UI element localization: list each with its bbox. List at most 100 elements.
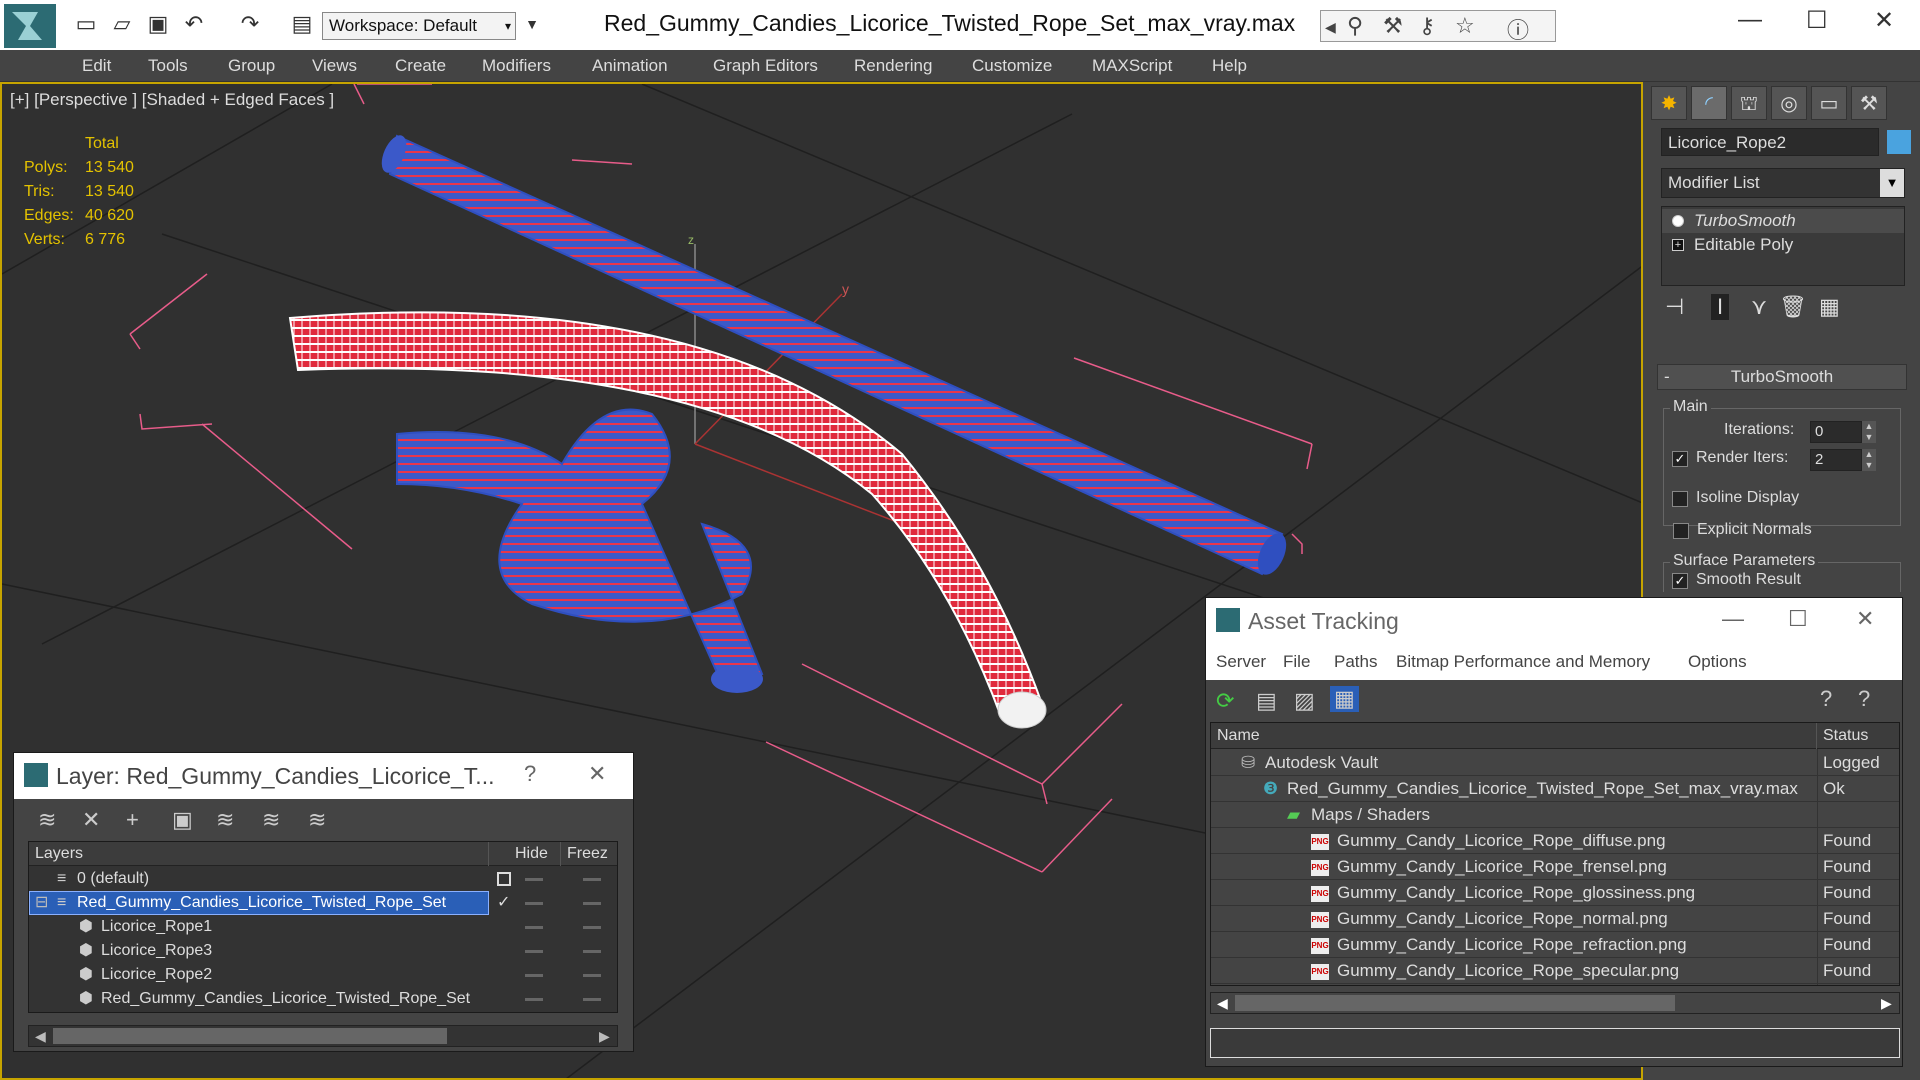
stack-item-turbosmooth[interactable]: TurboSmooth <box>1662 209 1904 233</box>
configure-sets-icon[interactable]: ▦ <box>1819 294 1840 320</box>
hide-toggle[interactable] <box>525 926 543 929</box>
asset-path-field[interactable] <box>1210 1028 1900 1058</box>
menu-edit[interactable]: Edit <box>82 56 111 76</box>
hide-toggle[interactable] <box>525 902 543 905</box>
list-view-icon[interactable]: ▤ <box>1256 688 1277 714</box>
freeze-toggle[interactable] <box>583 998 601 1001</box>
asset-row[interactable]: PNG Gummy_Candy_Licorice_Rope_refraction… <box>1211 932 1899 958</box>
scroll-thumb[interactable] <box>1235 995 1675 1011</box>
menu-server[interactable]: Server <box>1216 652 1266 672</box>
menu-file[interactable]: File <box>1283 652 1310 672</box>
viewport-label[interactable]: [+] [Perspective ] [Shaded + Edged Faces… <box>10 90 334 110</box>
asset-row[interactable]: ❸ Red_Gummy_Candies_Licorice_Twisted_Rop… <box>1211 776 1899 802</box>
freeze-toggle[interactable] <box>583 926 601 929</box>
make-unique-icon[interactable]: ⋎ <box>1751 294 1767 320</box>
menu-bitmap-performance[interactable]: Bitmap Performance and Memory <box>1396 652 1650 672</box>
stack-item-editable-poly[interactable]: + Editable Poly <box>1662 233 1904 257</box>
add-to-layer-icon[interactable]: + <box>126 807 139 833</box>
freeze-toggle[interactable] <box>583 950 601 953</box>
menu-views[interactable]: Views <box>312 56 357 76</box>
checkmark-icon[interactable]: ✓ <box>497 891 510 915</box>
asset-row[interactable]: PNG Gummy_Candy_Licorice_Rope_frensel.pn… <box>1211 854 1899 880</box>
col-layers[interactable]: Layers <box>29 842 489 866</box>
scroll-left-icon[interactable]: ◀ <box>1217 993 1228 1013</box>
freeze-toggle[interactable] <box>583 878 601 881</box>
layer-row[interactable]: ⬢ Licorice_Rope1 <box>29 915 617 939</box>
scroll-thumb[interactable] <box>53 1028 447 1044</box>
hide-toggle[interactable] <box>525 950 543 953</box>
open-file-icon[interactable]: ▱ <box>108 10 136 38</box>
menu-rendering[interactable]: Rendering <box>854 56 932 76</box>
close-icon[interactable]: ✕ <box>1874 6 1894 35</box>
menu-modifiers[interactable]: Modifiers <box>482 56 551 76</box>
pin-stack-icon[interactable]: ⊣ <box>1665 294 1684 320</box>
layer-row[interactable]: ⬢ Red_Gummy_Candies_Licorice_Twisted_Rop… <box>29 987 617 1011</box>
menu-customize[interactable]: Customize <box>972 56 1052 76</box>
delete-layer-icon[interactable]: ✕ <box>82 807 100 833</box>
help-icon[interactable]: ⓘ <box>1507 13 1529 45</box>
layer-row[interactable]: ≡ 0 (default) <box>29 867 617 891</box>
asset-row[interactable]: PNG Gummy_Candy_Licorice_Rope_glossiness… <box>1211 880 1899 906</box>
layer-row[interactable]: ⬢ Licorice_Rope3 <box>29 939 617 963</box>
highlight-layer-icon[interactable]: ≋ <box>216 807 234 833</box>
col-status[interactable]: Status <box>1817 723 1899 749</box>
utilities-tab-icon[interactable]: ⚒ <box>1851 86 1887 120</box>
asset-row[interactable]: ⛁ Autodesk Vault Logged <box>1211 750 1899 776</box>
new-file-icon[interactable]: ▭ <box>72 10 100 38</box>
layer-window-titlebar[interactable]: Layer: Red_Gummy_Candies_Licorice_T... ?… <box>14 753 633 799</box>
lightbulb-icon[interactable] <box>1672 215 1684 227</box>
expand-plus-icon[interactable]: + <box>1672 239 1684 251</box>
render-iters-spinner[interactable]: 2 <box>1810 449 1862 471</box>
layer-row[interactable]: ⊟ ≡ Red_Gummy_Candies_Licorice_Twisted_R… <box>29 891 617 915</box>
thumbnail-view-icon[interactable]: ▨ <box>1294 688 1315 714</box>
spinner-arrows-icon[interactable]: ▲ ▼ <box>1862 421 1876 443</box>
context-help-icon[interactable]: ? <box>1858 686 1870 712</box>
binoculars-icon[interactable]: ⚲ <box>1347 13 1363 39</box>
turbosmooth-rollout-header[interactable]: - TurboSmooth <box>1657 364 1907 390</box>
key-icon[interactable]: ⚷ <box>1419 13 1435 39</box>
asset-window-titlebar[interactable]: Asset Tracking — ☐ ✕ <box>1206 598 1902 644</box>
help-icon[interactable]: ? <box>1820 686 1832 712</box>
menu-maxscript[interactable]: MAXScript <box>1092 56 1172 76</box>
hide-toggle[interactable] <box>525 974 543 977</box>
help-icon[interactable]: ? <box>524 761 536 787</box>
col-name[interactable]: Name <box>1211 723 1817 749</box>
remove-modifier-icon[interactable]: 🗑 <box>1779 294 1807 320</box>
minimize-icon[interactable]: — <box>1722 606 1744 632</box>
create-tab-icon[interactable]: ✸ <box>1651 86 1687 120</box>
asset-row[interactable]: PNG Gummy_Candy_Licorice_Rope_diffuse.pn… <box>1211 828 1899 854</box>
isoline-checkbox[interactable] <box>1672 491 1688 507</box>
menu-tools[interactable]: Tools <box>148 56 188 76</box>
modify-tab-icon[interactable]: ◜ <box>1691 86 1727 120</box>
menu-help[interactable]: Help <box>1212 56 1247 76</box>
close-icon[interactable]: ✕ <box>1856 606 1874 632</box>
scroll-left-icon[interactable]: ◀ <box>35 1026 46 1046</box>
col-hide[interactable]: Hide <box>509 842 561 866</box>
hide-all-layers-icon[interactable]: ≋ <box>262 807 280 833</box>
hide-toggle[interactable] <box>525 878 543 881</box>
layers-hscrollbar[interactable]: ◀ ▶ <box>28 1025 618 1047</box>
menu-paths[interactable]: Paths <box>1334 652 1377 672</box>
minimize-icon[interactable]: — <box>1738 6 1762 34</box>
star-icon[interactable]: ☆ <box>1455 13 1475 39</box>
object-color-swatch[interactable] <box>1887 130 1911 154</box>
layer-row[interactable]: ⬢ Licorice_Rope2 <box>29 963 617 987</box>
close-icon[interactable]: ✕ <box>588 761 606 787</box>
chevron-down-icon[interactable]: ▼ <box>1880 169 1904 197</box>
maximize-icon[interactable]: ☐ <box>1788 606 1808 632</box>
explicit-normals-checkbox[interactable] <box>1673 523 1689 539</box>
new-layer-icon[interactable]: ≋ <box>38 807 56 833</box>
wrench-icon[interactable]: ⚒ <box>1383 13 1403 39</box>
maximize-icon[interactable]: ☐ <box>1806 6 1828 35</box>
undo-icon[interactable]: ↶ <box>180 10 208 38</box>
menu-group[interactable]: Group <box>228 56 275 76</box>
col-freeze[interactable]: Freez <box>561 842 617 866</box>
save-icon[interactable]: ▣ <box>144 10 172 38</box>
table-view-icon[interactable]: ▦ <box>1330 686 1359 712</box>
hierarchy-tab-icon[interactable]: ⛫ <box>1731 86 1767 120</box>
menu-options[interactable]: Options <box>1688 652 1747 672</box>
smooth-result-checkbox[interactable]: ✓ <box>1672 573 1688 589</box>
asset-row[interactable]: PNG Gummy_Candy_Licorice_Rope_specular.p… <box>1211 958 1899 984</box>
spinner-arrows-icon[interactable]: ▲ ▼ <box>1862 449 1876 471</box>
menu-graph-editors[interactable]: Graph Editors <box>713 56 818 76</box>
